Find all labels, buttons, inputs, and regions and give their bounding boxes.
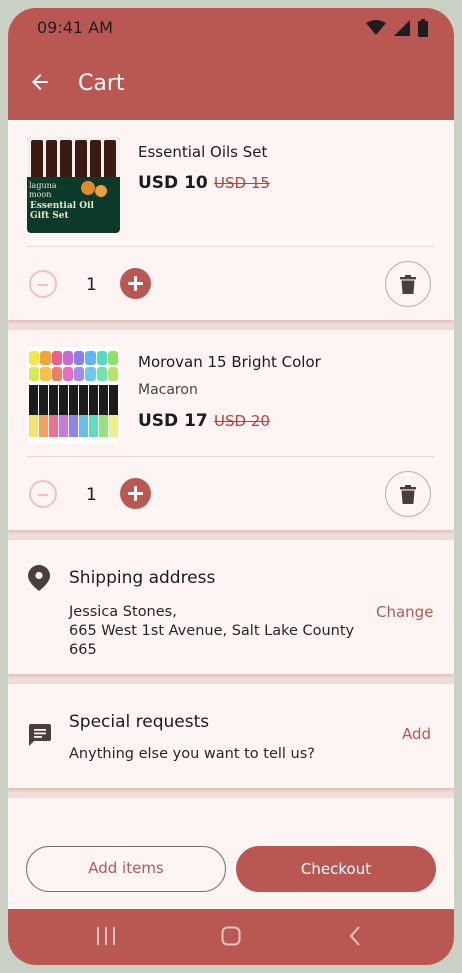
- app-bar: Cart: [8, 50, 454, 120]
- quantity-value: 1: [86, 275, 97, 295]
- page-title: Cart: [78, 71, 125, 96]
- product-image-essential-oils: laguna moon Essential Oil Gift Set: [27, 137, 120, 233]
- increase-quantity-button[interactable]: [120, 478, 151, 509]
- special-requests-section: Special requests Anything else you want …: [8, 684, 454, 788]
- home-icon[interactable]: [221, 926, 241, 946]
- shipping-address-section: Shipping address Jessica Stones, 665 Wes…: [8, 540, 454, 674]
- address-zip: 665: [69, 642, 97, 658]
- status-icons: [366, 19, 428, 37]
- divider: [27, 246, 435, 247]
- status-time: 09:41 AM: [37, 18, 113, 37]
- product-price: USD 10: [138, 173, 208, 193]
- system-navigation-bar: [8, 909, 454, 965]
- quantity-value: 1: [86, 485, 97, 505]
- trash-icon: [400, 485, 416, 504]
- address-name: Jessica Stones,: [69, 604, 177, 620]
- location-pin-icon: [28, 565, 50, 591]
- product-old-price: USD 15: [214, 174, 270, 192]
- battery-icon: [418, 19, 428, 37]
- shipping-title: Shipping address: [69, 568, 216, 588]
- cart-item: Morovan 15 Bright Color Macaron USD 17 U…: [8, 330, 454, 530]
- shipping-address: Jessica Stones, 665 West 1st Avenue, Sal…: [69, 603, 354, 660]
- change-address-link[interactable]: Change: [376, 603, 433, 621]
- cart-content[interactable]: laguna moon Essential Oil Gift Set Essen…: [8, 120, 454, 825]
- back-nav-icon[interactable]: [349, 926, 361, 946]
- address-street: 665 West 1st Avenue, Salt Lake County: [69, 623, 355, 639]
- cart-item: laguna moon Essential Oil Gift Set Essen…: [8, 120, 454, 320]
- divider: [27, 456, 435, 457]
- product-price: USD 17: [138, 411, 208, 431]
- bottom-action-bar: Add items Checkout: [8, 825, 454, 909]
- next-card-peek: [8, 798, 454, 825]
- checkout-button[interactable]: Checkout: [236, 846, 436, 892]
- delete-item-button[interactable]: [385, 261, 431, 307]
- product-image-morovan: [27, 347, 120, 443]
- status-bar: 09:41 AM: [8, 8, 454, 50]
- increase-quantity-button[interactable]: [120, 268, 151, 299]
- product-name: Morovan 15 Bright Color: [138, 353, 321, 371]
- special-requests-subtitle: Anything else you want to tell us?: [69, 746, 315, 762]
- decrease-quantity-button[interactable]: [29, 480, 57, 508]
- wifi-icon: [366, 20, 386, 35]
- add-request-link[interactable]: Add: [402, 725, 431, 743]
- signal-icon: [394, 20, 410, 36]
- recent-apps-icon[interactable]: [96, 927, 116, 945]
- trash-icon: [400, 275, 416, 294]
- message-icon: [29, 724, 51, 746]
- phone-screen: 09:41 AM Cart laguna moon Essential Oil …: [8, 8, 454, 965]
- back-arrow-icon[interactable]: [28, 70, 52, 94]
- product-name: Essential Oils Set: [138, 143, 268, 161]
- product-variant: Macaron: [138, 382, 198, 398]
- decrease-quantity-button[interactable]: [29, 270, 57, 298]
- special-requests-title: Special requests: [69, 712, 210, 732]
- delete-item-button[interactable]: [385, 471, 431, 517]
- product-old-price: USD 20: [214, 412, 270, 430]
- add-items-button[interactable]: Add items: [26, 846, 226, 892]
